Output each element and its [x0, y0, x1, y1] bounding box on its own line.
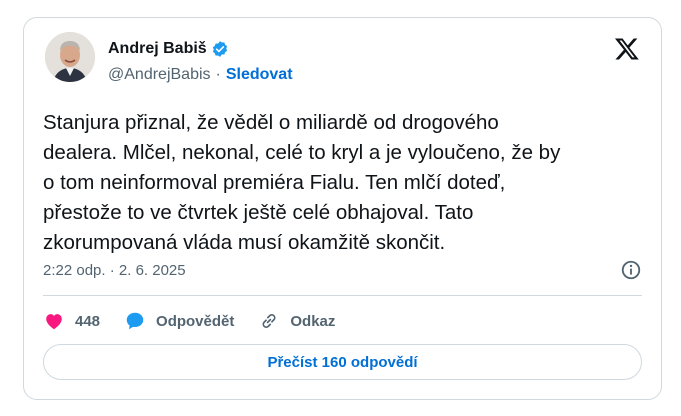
x-logo-icon[interactable] — [614, 36, 640, 62]
info-icon[interactable] — [620, 259, 642, 281]
author-handle[interactable]: @AndrejBabis — [108, 66, 211, 84]
action-bar: 448 Odpovědět Odkaz — [43, 308, 359, 334]
tweet-timestamp[interactable]: 2:22 odp. · 2. 6. 2025 — [43, 262, 186, 279]
chain-link-icon — [262, 314, 276, 328]
follow-button[interactable]: Sledovat — [226, 66, 293, 84]
verified-badge-icon — [212, 41, 227, 57]
avatar-image — [45, 32, 95, 82]
reply-label: Odpovědět — [156, 312, 235, 330]
handle-row: @AndrejBabis · Sledovat — [108, 66, 293, 84]
divider — [43, 295, 642, 296]
link-label: Odkaz — [290, 312, 336, 330]
read-replies-button[interactable]: Přečíst 160 odpovědí — [43, 344, 642, 380]
avatar[interactable] — [45, 32, 95, 82]
speech-bubble-icon — [126, 312, 144, 330]
like-button[interactable]: 448 — [43, 310, 100, 332]
author-name-row: Andrej Babiš — [108, 40, 229, 58]
copy-link-button[interactable]: Odkaz — [258, 310, 335, 332]
reply-button[interactable]: Odpovědět — [124, 310, 234, 332]
heart-icon — [46, 314, 62, 330]
tweet-text: Stanjura přiznal, že věděl o miliardě od… — [43, 111, 561, 254]
author-name[interactable]: Andrej Babiš — [108, 40, 207, 58]
separator: · — [215, 66, 221, 83]
like-count: 448 — [75, 312, 101, 330]
tweet-card: Andrej Babiš @AndrejBabis · Sledovat Sta… — [23, 17, 662, 400]
